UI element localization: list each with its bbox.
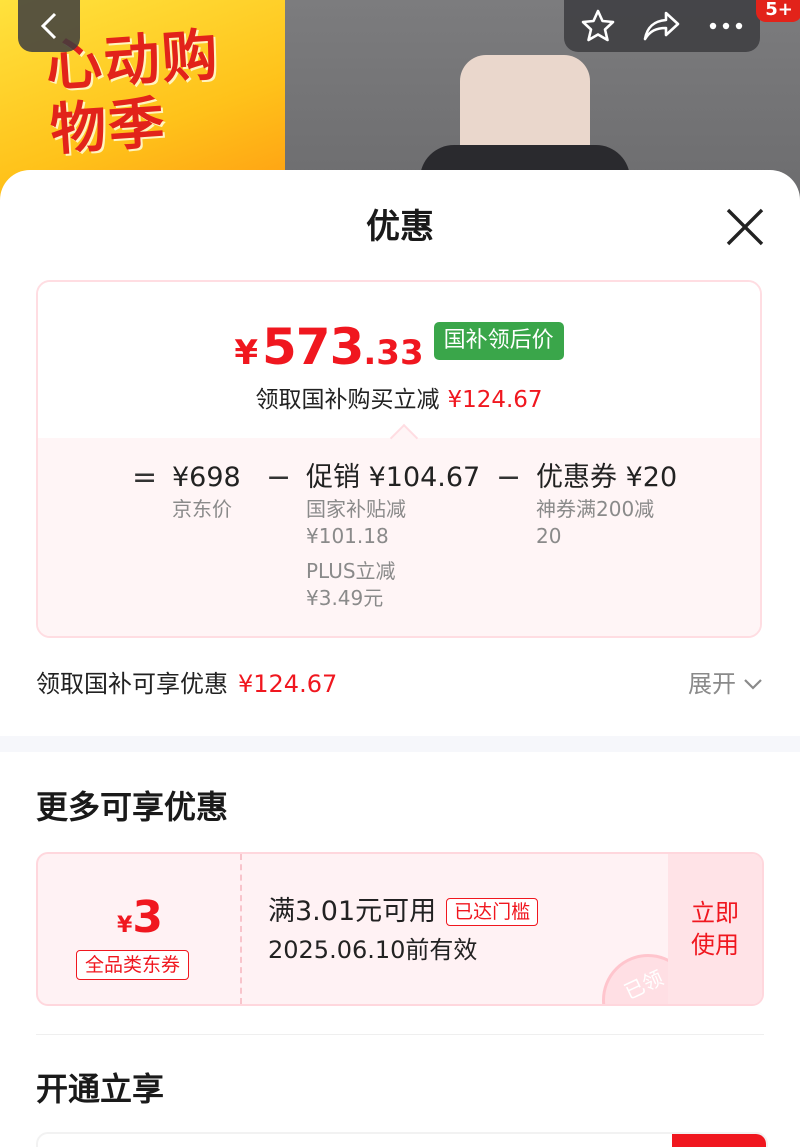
summary-label: 领取国补可享优惠 [36,670,228,698]
subsidy-price-tag: 国补领后价 [433,322,564,360]
reduce-label: 领取国补购买立减 [255,387,440,413]
membership-action[interactable] [672,1134,766,1147]
sheet-title: 优惠 [366,207,434,247]
back-button[interactable] [18,0,80,52]
base-price-label: 京东价 [172,497,232,521]
section-divider-line [36,1034,764,1035]
equals-sign: = [132,460,158,495]
claimed-stamp-text: 已领 [620,965,667,1005]
use-now-label: 立即使用 [691,899,739,959]
share-icon [643,11,680,41]
coupon-condition-row: 满3.01元可用 已达门槛 [268,894,539,930]
coupon-separator [240,854,242,1004]
more-offers-title: 更多可享优惠 [36,788,229,826]
coupon-value-area: ¥3 全品类东券 [38,854,242,1004]
section-divider [0,736,800,752]
promo-sub-amount: ¥101.18 [306,524,389,548]
summary-text: 领取国补可享优惠 ¥124.67 [36,664,337,704]
chevron-down-icon [744,679,762,690]
summary-amount: ¥124.67 [238,670,338,698]
threshold-reached-badge: 已达门槛 [446,898,539,926]
plus-sub-label: PLUS立减 [306,559,396,583]
share-button[interactable] [630,0,694,52]
coupon-sub-amount: 20 [536,524,562,548]
price-integer: 573 [262,318,364,376]
promo-column: 促销 ¥104.67 国家补贴减 ¥101.18 PLUS立减 ¥3.49元 [306,460,480,612]
use-now-button[interactable]: 立即使用 [668,854,762,1004]
summary-row: 领取国补可享优惠 ¥124.67 展开 [36,664,764,704]
close-button[interactable] [722,204,768,250]
minus-sign: − [496,460,522,495]
close-icon [726,208,764,246]
chevron-left-icon [40,12,57,40]
promo-value: 促销 ¥104.67 [306,462,481,493]
message-badge: 5+ [756,0,800,22]
reduce-amount: ¥124.67 [447,387,543,413]
more-dots-icon [709,22,743,30]
membership-card [36,1132,768,1147]
promo-sub-label: 国家补贴减 [306,497,406,521]
star-icon [581,9,615,42]
coupon-card: ¥3 全品类东券 满3.01元可用 已达门槛 2025.06.10前有效 已领 … [36,852,764,1006]
coupon-expiry: 2025.06.10前有效 [268,936,478,964]
coupon-condition: 满3.01元可用 [268,896,437,927]
price-currency: ¥ [234,333,259,373]
base-price-column: ¥698 京东价 [172,460,241,523]
expand-label: 展开 [688,670,736,698]
coupon-currency: ¥ [117,913,133,938]
coupon-number: 3 [132,892,163,943]
coupon-amount: ¥3 [38,892,242,943]
coupon-details: 满3.01元可用 已达门槛 2025.06.10前有效 [268,894,539,968]
coupon-type-badge: 全品类东券 [76,950,190,980]
more-button[interactable] [694,0,758,52]
final-price: ¥ 573 .33 国补领后价 [38,318,760,376]
price-breakdown-card: ¥ 573 .33 国补领后价 领取国补购买立减 ¥124.67 = ¥698 京… [36,280,762,638]
minus-sign: − [266,460,292,495]
base-price-value: ¥698 [172,462,241,493]
top-action-group [564,0,760,52]
coupon-column: 优惠券 ¥20 神券满200减 20 [536,460,677,550]
coupon-sub-label: 神券满200减 [536,497,655,521]
reduce-line: 领取国补购买立减 ¥124.67 [38,380,760,414]
open-membership-title: 开通立享 [36,1070,165,1108]
expand-button[interactable]: 展开 [688,664,764,704]
formula-area: = ¥698 京东价 − 促销 ¥104.67 国家补贴减 ¥101.18 PL… [38,438,760,636]
discount-sheet: 优惠 ¥ 573 .33 国补领后价 领取国补购买立减 ¥124.67 = ¥69… [0,170,800,1147]
coupon-value: 优惠券 ¥20 [536,462,678,493]
price-decimal: .33 [363,333,424,373]
plus-sub-amount: ¥3.49元 [306,586,384,610]
favorite-button[interactable] [566,0,630,52]
